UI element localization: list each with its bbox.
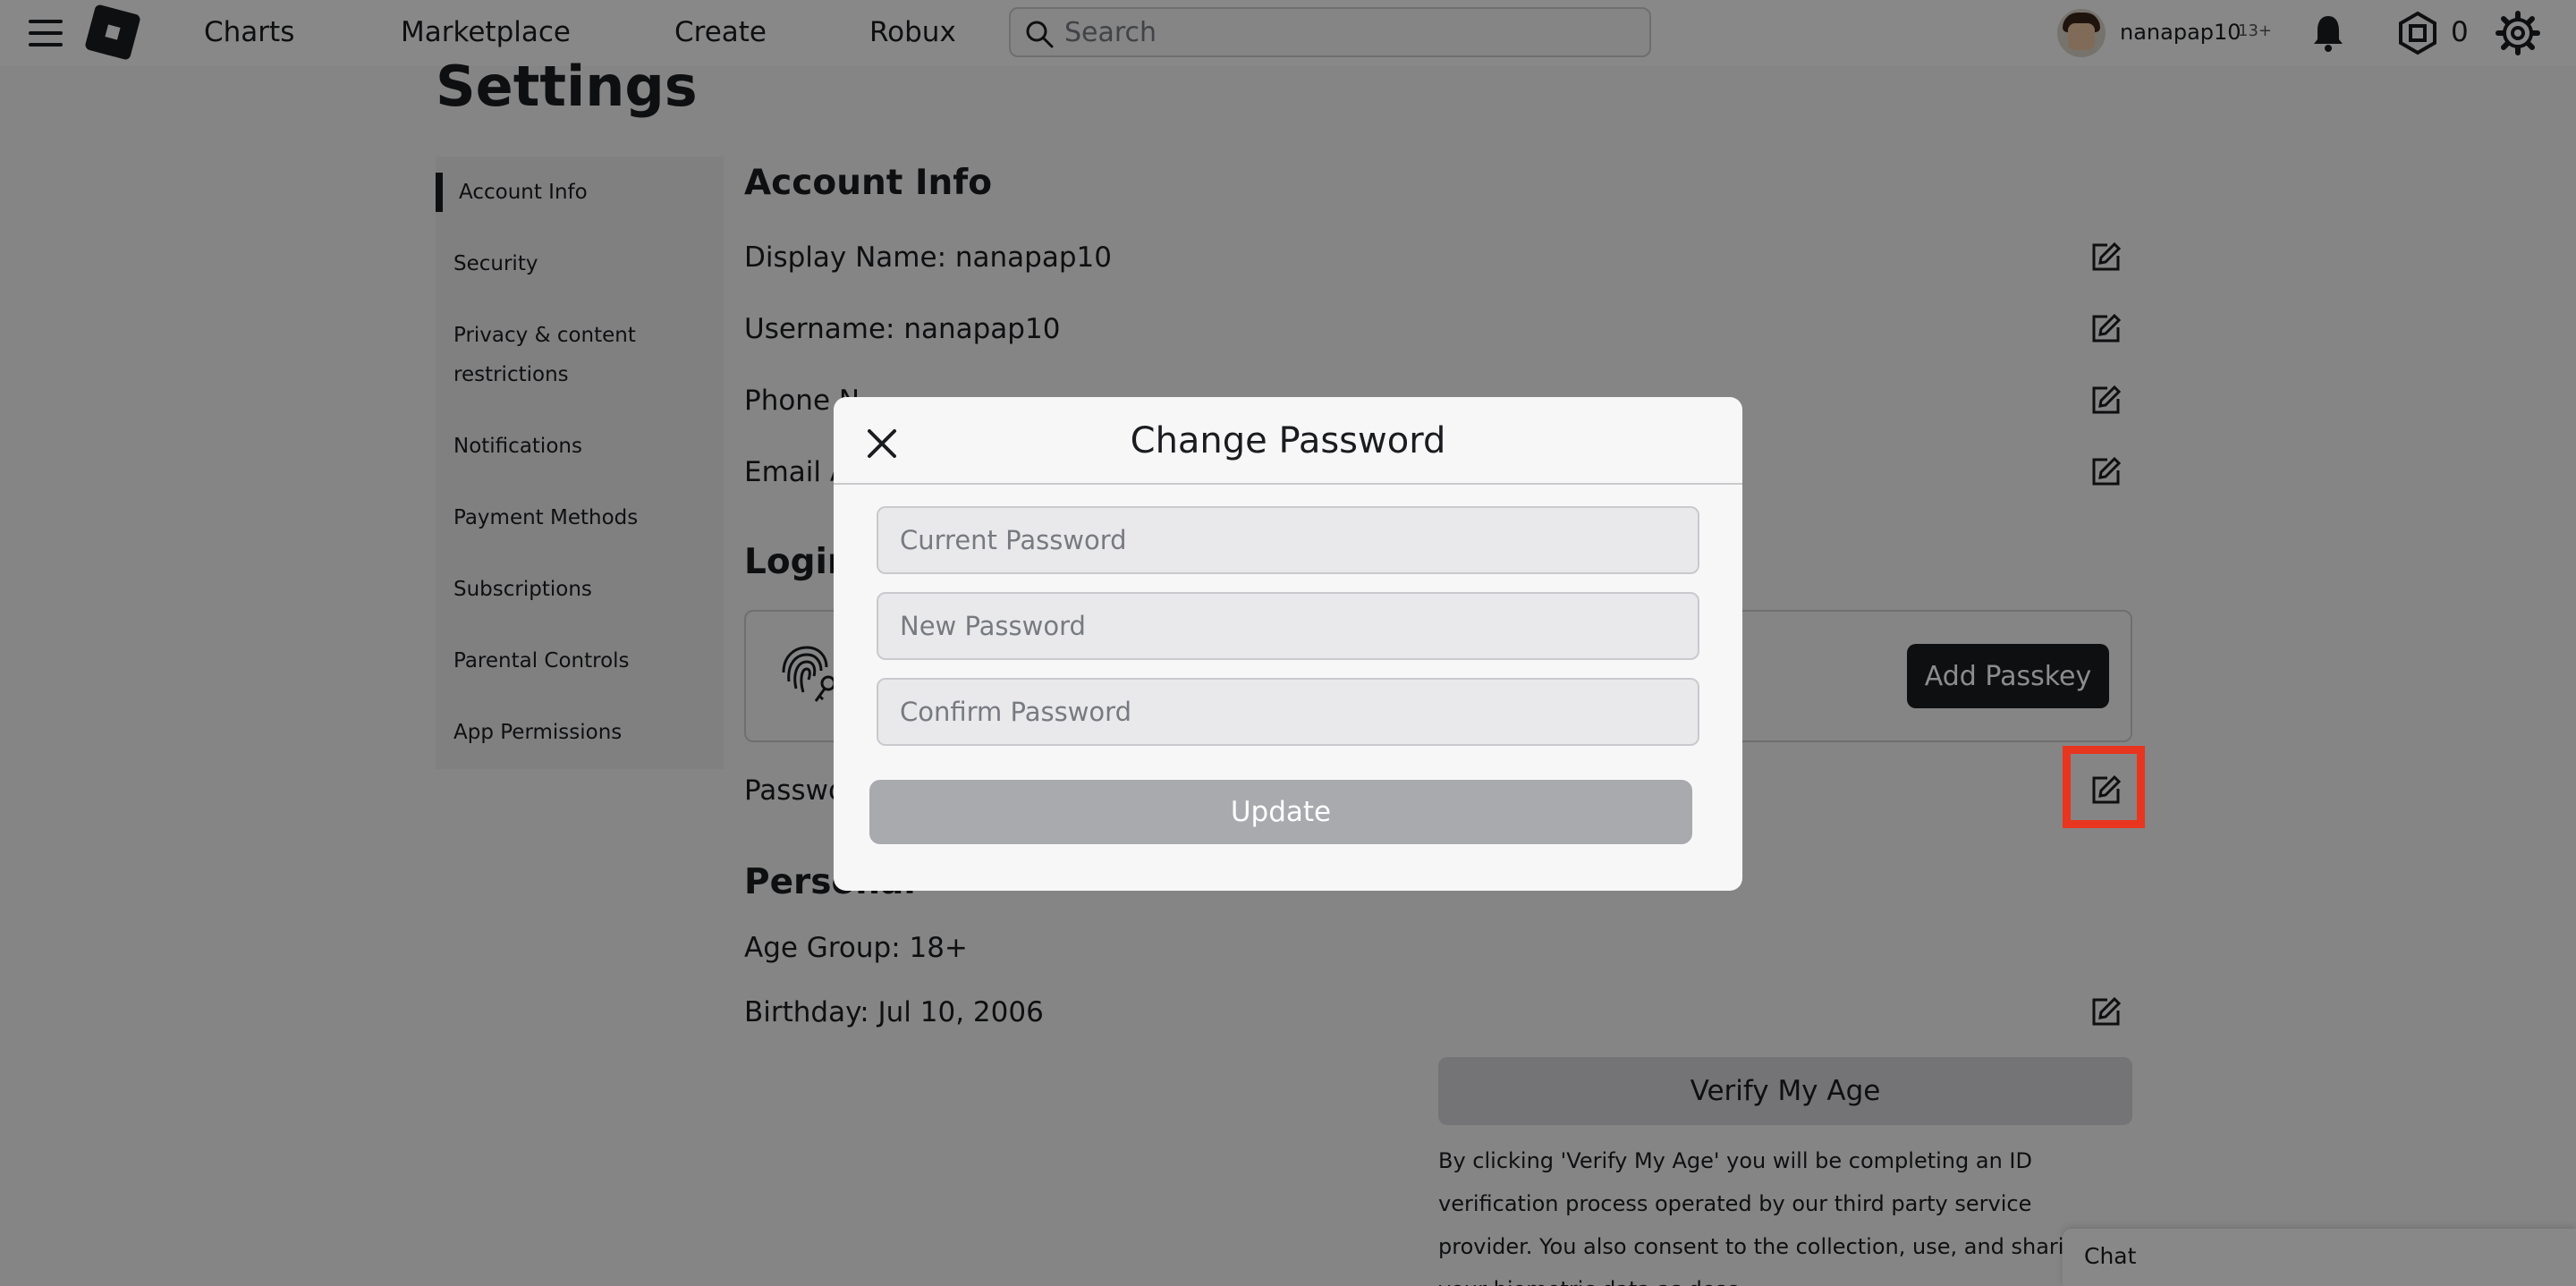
confirm-password-input[interactable] xyxy=(877,678,1699,746)
new-password-input[interactable] xyxy=(877,592,1699,660)
modal-divider xyxy=(834,483,1742,485)
change-password-modal: Change Password Update xyxy=(834,397,1742,891)
modal-title: Change Password xyxy=(1130,420,1446,461)
update-button[interactable]: Update xyxy=(869,780,1692,844)
current-password-input[interactable] xyxy=(877,506,1699,574)
highlight-annotation-box xyxy=(2063,746,2145,828)
